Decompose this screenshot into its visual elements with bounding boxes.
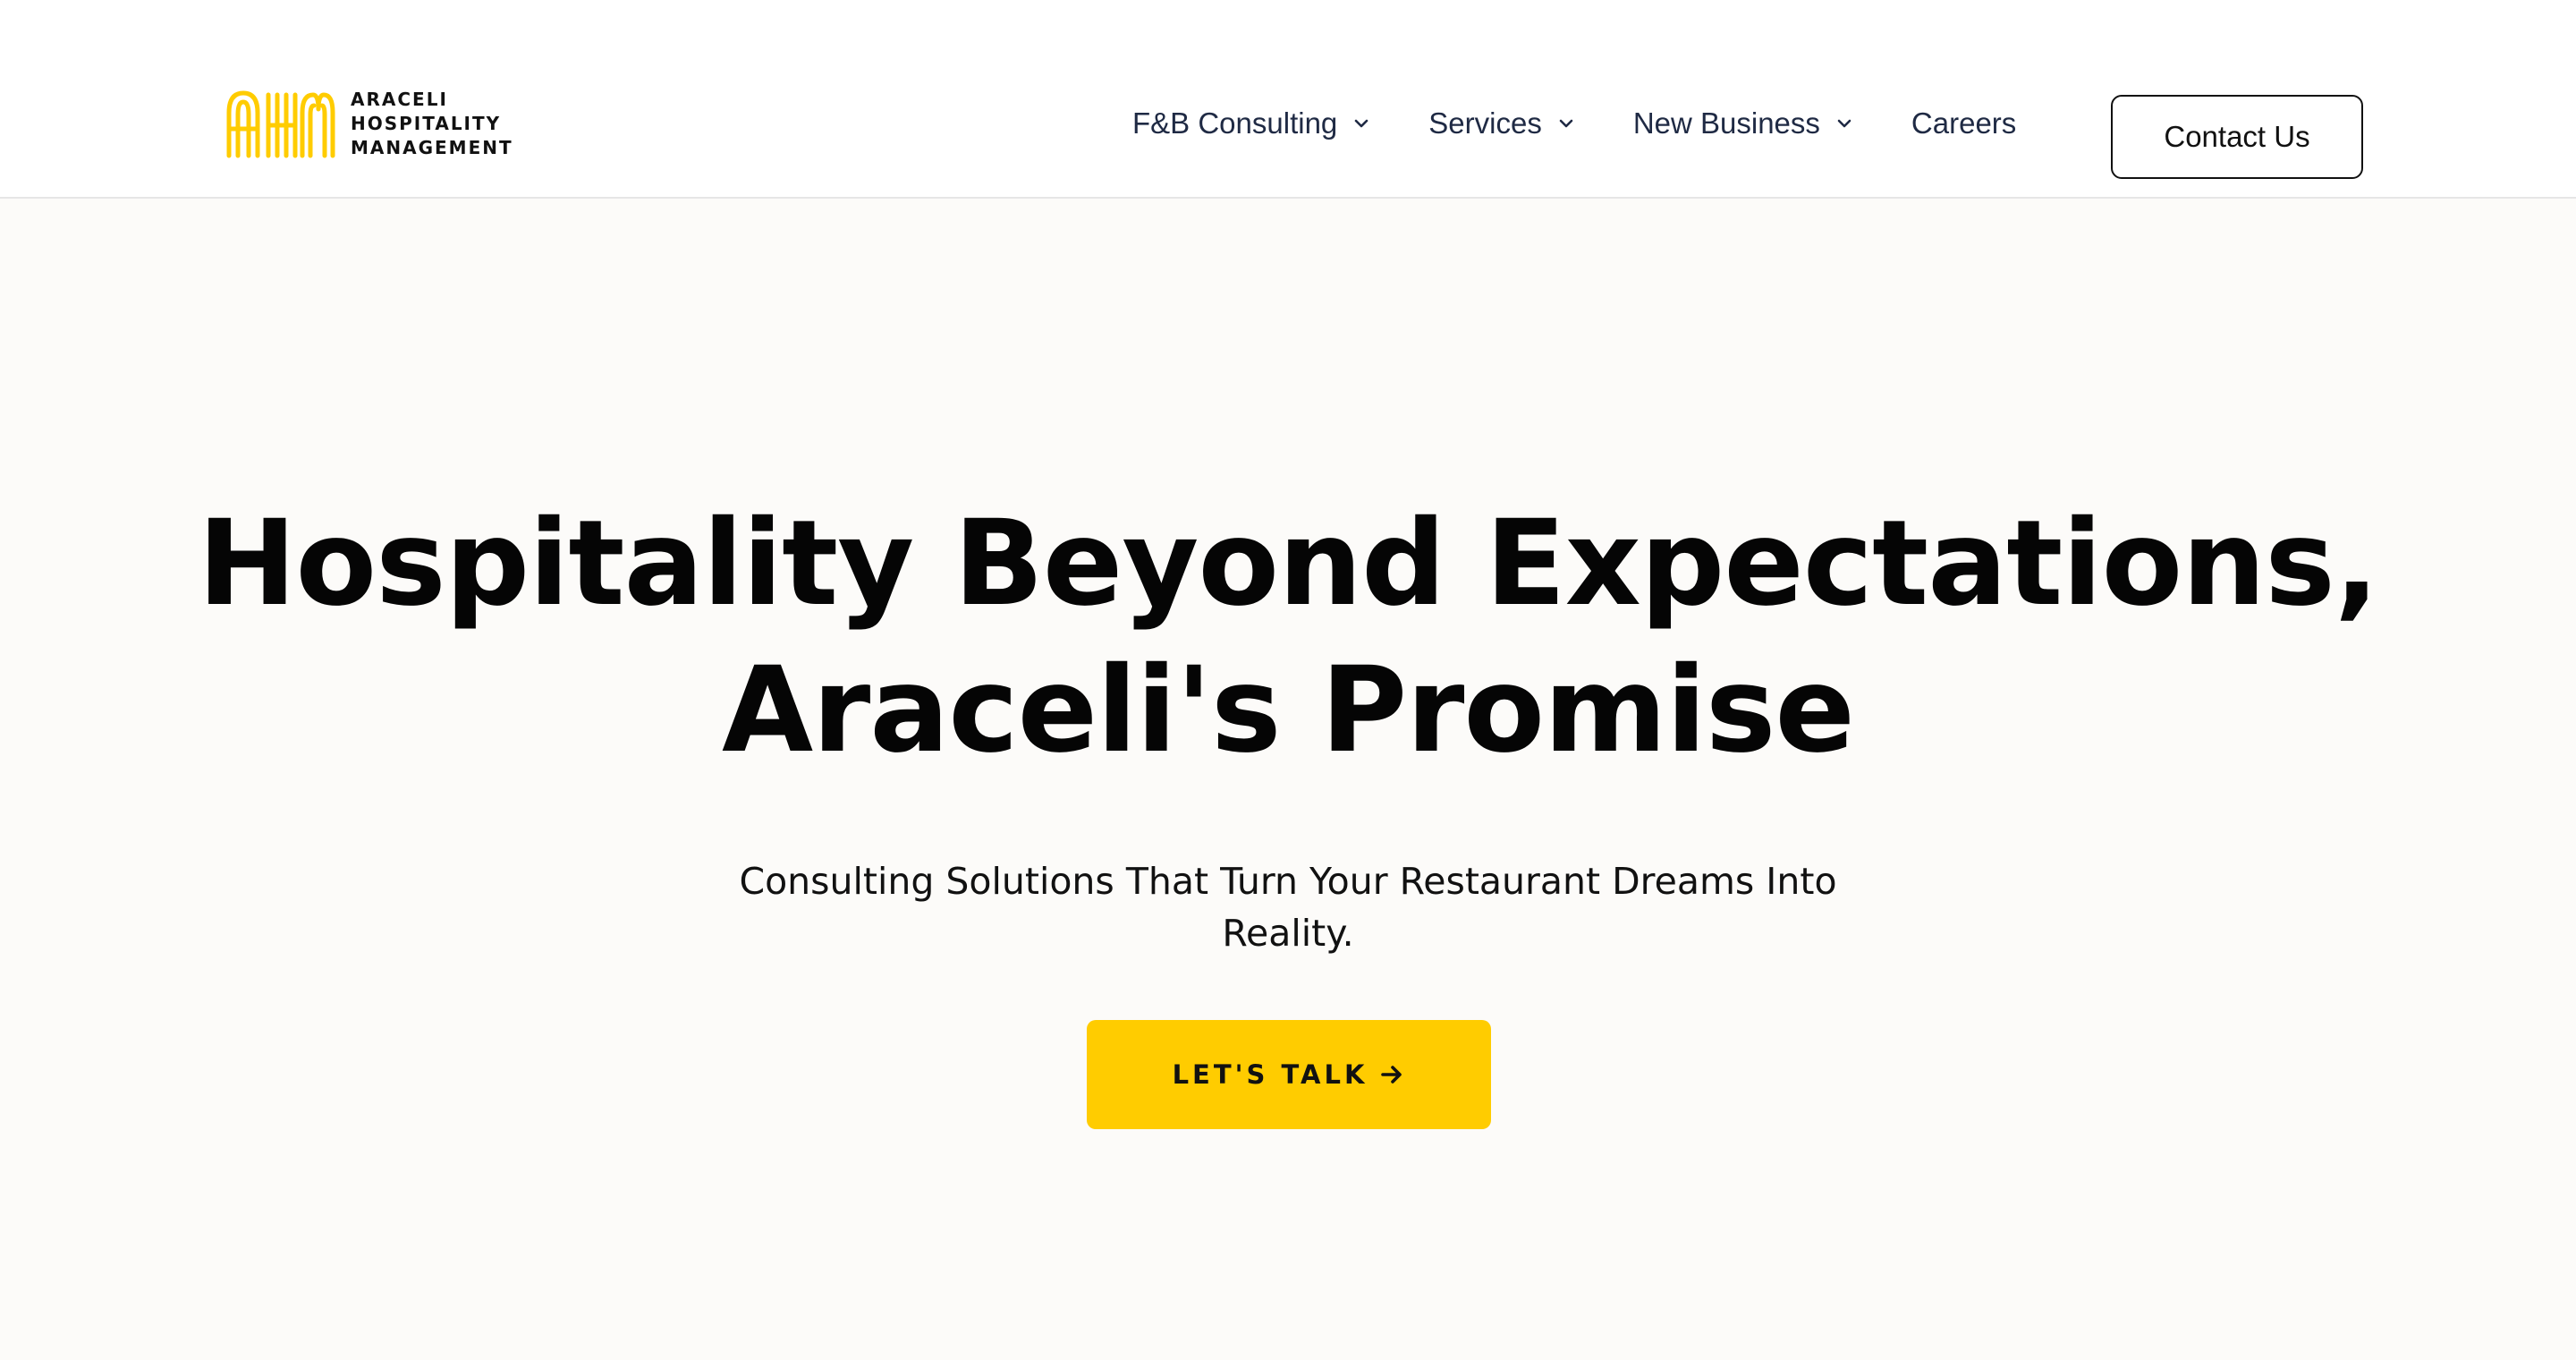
- contact-us-button[interactable]: Contact Us: [2111, 95, 2363, 179]
- hero-title-line-1: Hospitality Beyond Expectations,: [198, 495, 2379, 633]
- brand-name-line-3: MANAGEMENT: [351, 136, 513, 158]
- cta-label: LET'S TALK: [1172, 1059, 1368, 1090]
- nav-item-label: F&B Consulting: [1132, 106, 1338, 140]
- nav-item-label: Careers: [1911, 106, 2017, 140]
- hero-subtitle: Consulting Solutions That Turn Your Rest…: [680, 855, 1896, 959]
- nav-item-label: New Business: [1632, 106, 1820, 140]
- site-header: ARACELI HOSPITALITY MANAGEMENT F&B Consu…: [0, 0, 2576, 199]
- chevron-down-icon: [1559, 119, 1573, 128]
- lets-talk-button[interactable]: LET'S TALK: [1087, 1020, 1491, 1129]
- nav-item-careers[interactable]: Careers: [1911, 106, 2016, 140]
- brand-name-line-1: ARACELI: [351, 88, 448, 110]
- nav-item-services[interactable]: Services: [1428, 106, 1576, 140]
- nav-item-label: Services: [1428, 106, 1542, 140]
- arrow-right-icon: [1381, 1066, 1402, 1084]
- brand-name: ARACELI HOSPITALITY MANAGEMENT: [351, 88, 513, 160]
- nav-item-fb-consulting[interactable]: F&B Consulting: [1132, 106, 1371, 140]
- hero-subtitle-line-1: Consulting Solutions That Turn Your Rest…: [739, 860, 1837, 903]
- brand-logo[interactable]: ARACELI HOSPITALITY MANAGEMENT: [225, 86, 513, 161]
- nav-item-new-business[interactable]: New Business: [1633, 106, 1854, 140]
- main-nav: F&B Consulting Services New Business Car…: [1132, 100, 2016, 147]
- chevron-down-icon: [1354, 119, 1368, 128]
- chevron-down-icon: [1837, 119, 1852, 128]
- hero-title-line-2: Araceli's Promise: [722, 642, 1855, 779]
- brand-name-line-2: HOSPITALITY: [351, 112, 502, 134]
- hero-title: Hospitality Beyond Expectations, Araceli…: [0, 490, 2576, 784]
- hero-subtitle-line-2: Reality.: [1222, 912, 1354, 955]
- ahm-logo-mark-icon: [226, 90, 335, 158]
